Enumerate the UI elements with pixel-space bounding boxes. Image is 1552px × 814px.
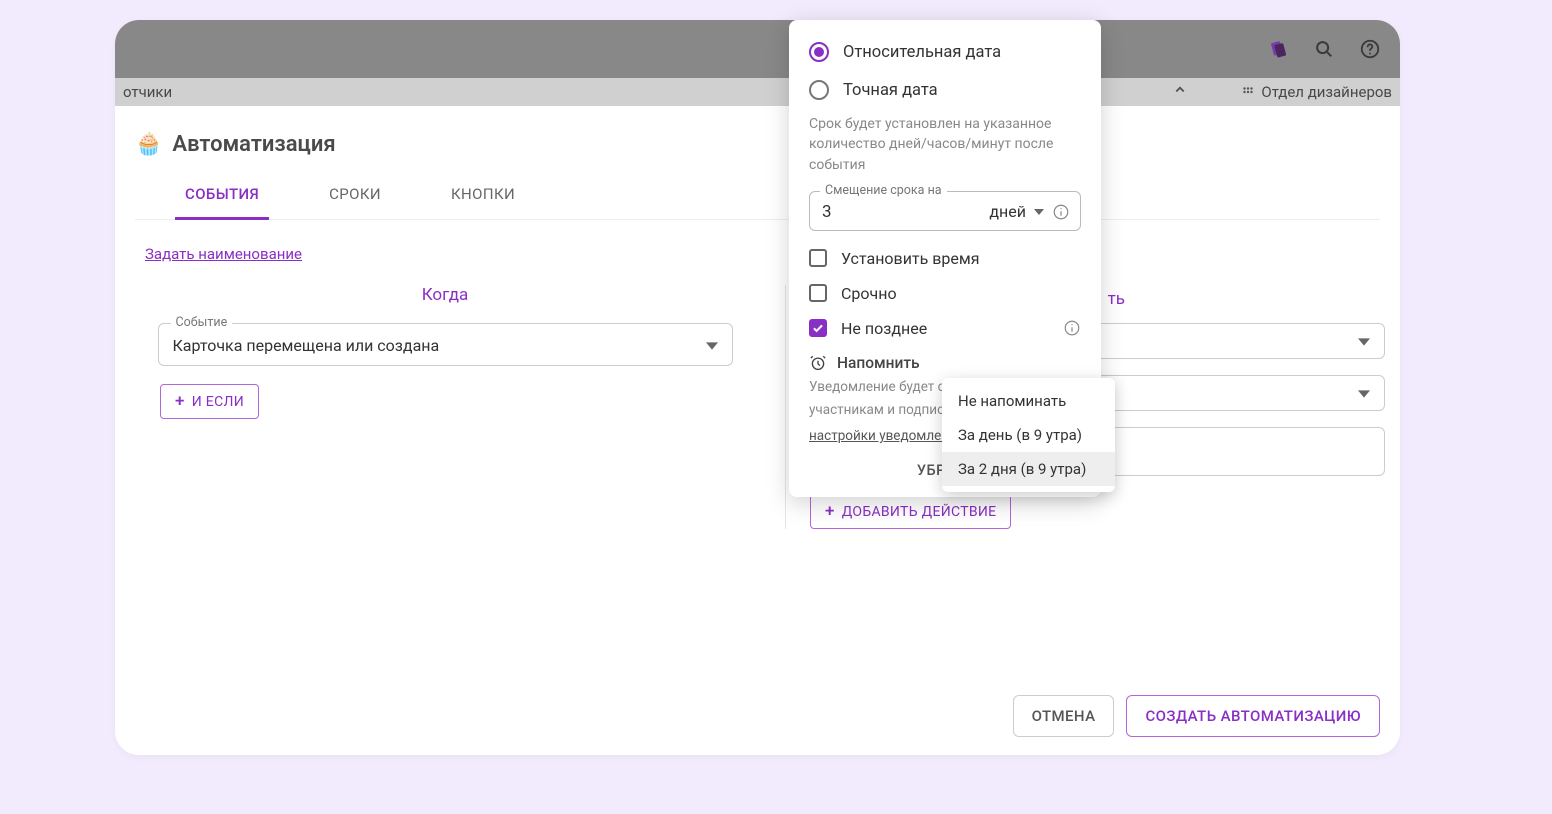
add-action-button[interactable]: + ДОБАВИТЬ ДЕЙСТВИЕ: [810, 494, 1011, 529]
checkbox-no-later[interactable]: Не позднее: [809, 319, 1081, 338]
remind-label: Напомнить: [837, 354, 920, 372]
search-icon[interactable]: [1312, 37, 1336, 61]
offset-value-input[interactable]: [822, 202, 932, 222]
remind-dropdown: Не напоминать За день (в 9 утра) За 2 дн…: [942, 378, 1115, 492]
chevron-up-icon[interactable]: [1171, 81, 1189, 103]
alarm-icon: [809, 354, 827, 372]
plus-icon: +: [825, 503, 835, 520]
drag-handle-icon[interactable]: [1241, 85, 1255, 99]
tab-deadlines[interactable]: СРОКИ: [319, 175, 391, 219]
app-toolbar: [115, 20, 1400, 78]
modal-title: Автоматизация: [172, 132, 335, 157]
cancel-button[interactable]: ОТМЕНА: [1013, 695, 1115, 737]
offset-unit-select[interactable]: дней: [989, 202, 1026, 221]
dropdown-item-2-days[interactable]: За 2 дня (в 9 утра): [942, 452, 1115, 486]
chevron-down-icon: [1034, 207, 1044, 217]
chevron-down-icon: [706, 340, 718, 352]
checkbox-unchecked-icon: [809, 249, 827, 267]
offset-field[interactable]: Смещение срока на дней: [809, 191, 1081, 231]
set-name-link[interactable]: Задать наименование: [145, 245, 302, 263]
event-field-label: Событие: [171, 315, 233, 330]
modal-footer: ОТМЕНА СОЗДАТЬ АВТОМАТИЗАЦИЮ: [115, 677, 1400, 755]
app-window: отчики Отдел дизайнеров 🧁 Автоматизация …: [115, 20, 1400, 755]
popover-description: Срок будет установлен на указанное колич…: [809, 114, 1081, 175]
checkbox-set-time[interactable]: Установить время: [809, 249, 1081, 268]
chevron-down-icon: [1358, 388, 1370, 400]
dropdown-item-1-day[interactable]: За день (в 9 утра): [942, 418, 1115, 452]
radio-checked-icon: [809, 42, 829, 62]
do-label-fragment: ть: [1108, 289, 1125, 309]
checkbox-urgent[interactable]: Срочно: [809, 284, 1081, 303]
plus-icon: +: [175, 393, 185, 410]
column-name-fragment: отчики: [123, 83, 172, 101]
tab-events[interactable]: СОБЫТИЯ: [175, 175, 269, 220]
chevron-down-icon: [1358, 336, 1370, 348]
event-select[interactable]: Событие Карточка перемещена или создана: [158, 323, 733, 366]
dropdown-item-dont-remind[interactable]: Не напоминать: [942, 384, 1115, 418]
automation-modal: 🧁 Автоматизация СОБЫТИЯ СРОКИ КНОПКИ Зад…: [115, 106, 1400, 755]
remind-row: Напомнить: [809, 354, 1081, 372]
radio-unchecked-icon: [809, 80, 829, 100]
cards-icon[interactable]: [1266, 37, 1290, 61]
radio-exact-date[interactable]: Точная дата: [809, 80, 1081, 100]
event-value: Карточка перемещена или создана: [173, 336, 440, 355]
help-icon[interactable]: [1358, 37, 1382, 61]
tabs: СОБЫТИЯ СРОКИ КНОПКИ: [135, 175, 1380, 220]
checkbox-unchecked-icon: [809, 284, 827, 302]
automation-icon: 🧁: [135, 132, 162, 157]
when-column: Когда Событие Карточка перемещена или со…: [135, 285, 755, 529]
create-automation-button[interactable]: СОЗДАТЬ АВТОМАТИЗАЦИЮ: [1126, 695, 1380, 737]
notification-settings-link[interactable]: настройки уведомлени: [809, 428, 957, 444]
radio-relative-date[interactable]: Относительная дата: [809, 42, 1081, 62]
info-icon[interactable]: [1063, 319, 1081, 337]
column-name-right[interactable]: Отдел дизайнеров: [1261, 83, 1392, 101]
offset-field-label: Смещение срока на: [820, 183, 947, 198]
board-column-strip: отчики Отдел дизайнеров: [115, 78, 1400, 106]
checkbox-checked-icon: [809, 319, 827, 337]
when-label: Когда: [422, 285, 469, 305]
info-icon[interactable]: [1052, 203, 1070, 221]
tab-buttons[interactable]: КНОПКИ: [441, 175, 525, 219]
and-if-button[interactable]: + И ЕСЛИ: [160, 384, 259, 419]
